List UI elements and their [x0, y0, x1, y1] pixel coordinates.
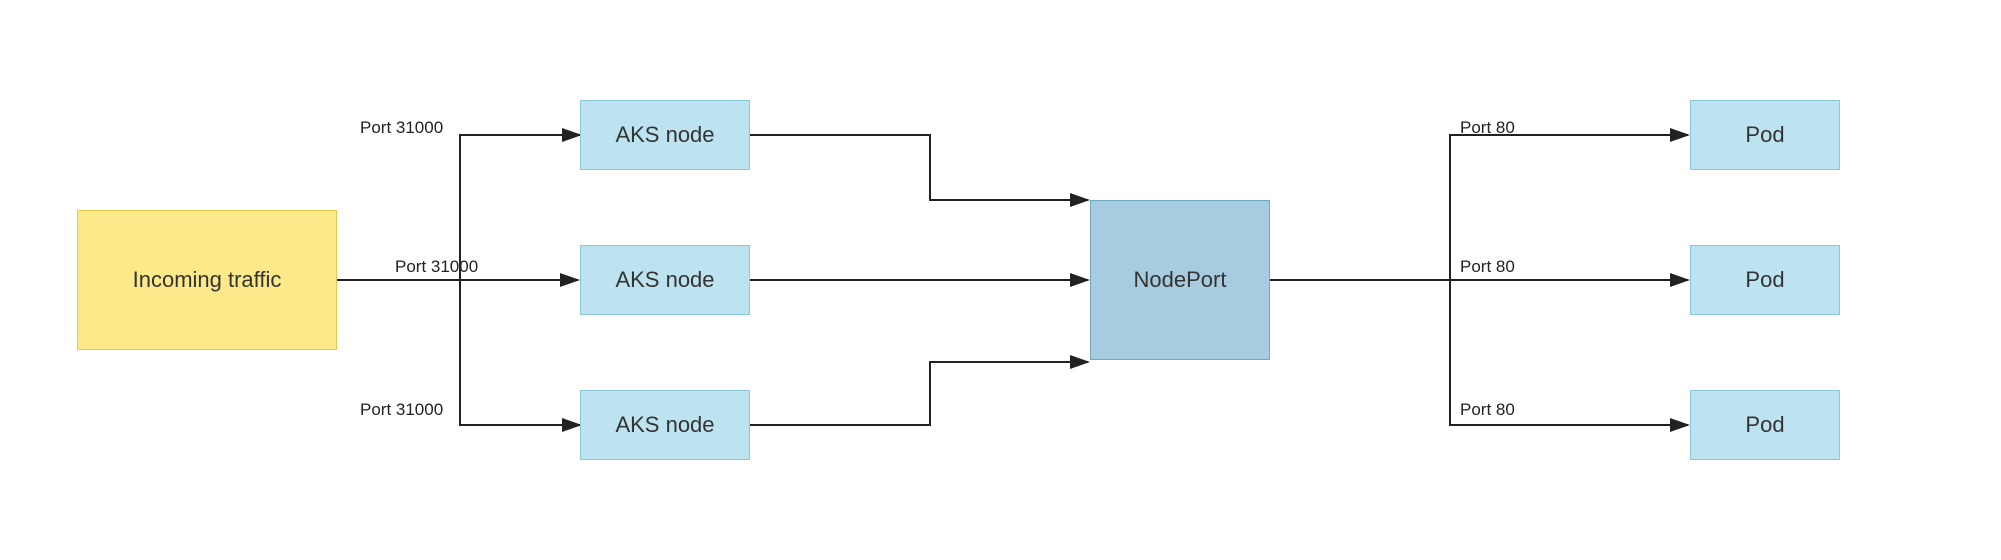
port-label-80-bot: Port 80: [1460, 400, 1515, 420]
port-label-31000-mid: Port 31000: [395, 257, 478, 277]
pod-2-label: Pod: [1745, 267, 1784, 293]
aks-node-2: AKS node: [580, 245, 750, 315]
aks-node-1-label: AKS node: [615, 122, 714, 148]
port-label-80-top: Port 80: [1460, 118, 1515, 138]
incoming-traffic-label: Incoming traffic: [133, 267, 282, 293]
incoming-traffic-node: Incoming traffic: [77, 210, 337, 350]
pod-node-3: Pod: [1690, 390, 1840, 460]
nodeport-node: NodePort: [1090, 200, 1270, 360]
nodeport-label: NodePort: [1134, 267, 1227, 293]
port-label-31000-bot: Port 31000: [360, 400, 443, 420]
aks-node-1: AKS node: [580, 100, 750, 170]
diagram-container: Incoming traffic AKS node AKS node AKS n…: [0, 0, 2001, 560]
pod-1-label: Pod: [1745, 122, 1784, 148]
aks-node-2-label: AKS node: [615, 267, 714, 293]
aks-node-3: AKS node: [580, 390, 750, 460]
pod-node-2: Pod: [1690, 245, 1840, 315]
pod-node-1: Pod: [1690, 100, 1840, 170]
port-label-80-mid: Port 80: [1460, 257, 1515, 277]
pod-3-label: Pod: [1745, 412, 1784, 438]
port-label-31000-top: Port 31000: [360, 118, 443, 138]
aks-node-3-label: AKS node: [615, 412, 714, 438]
